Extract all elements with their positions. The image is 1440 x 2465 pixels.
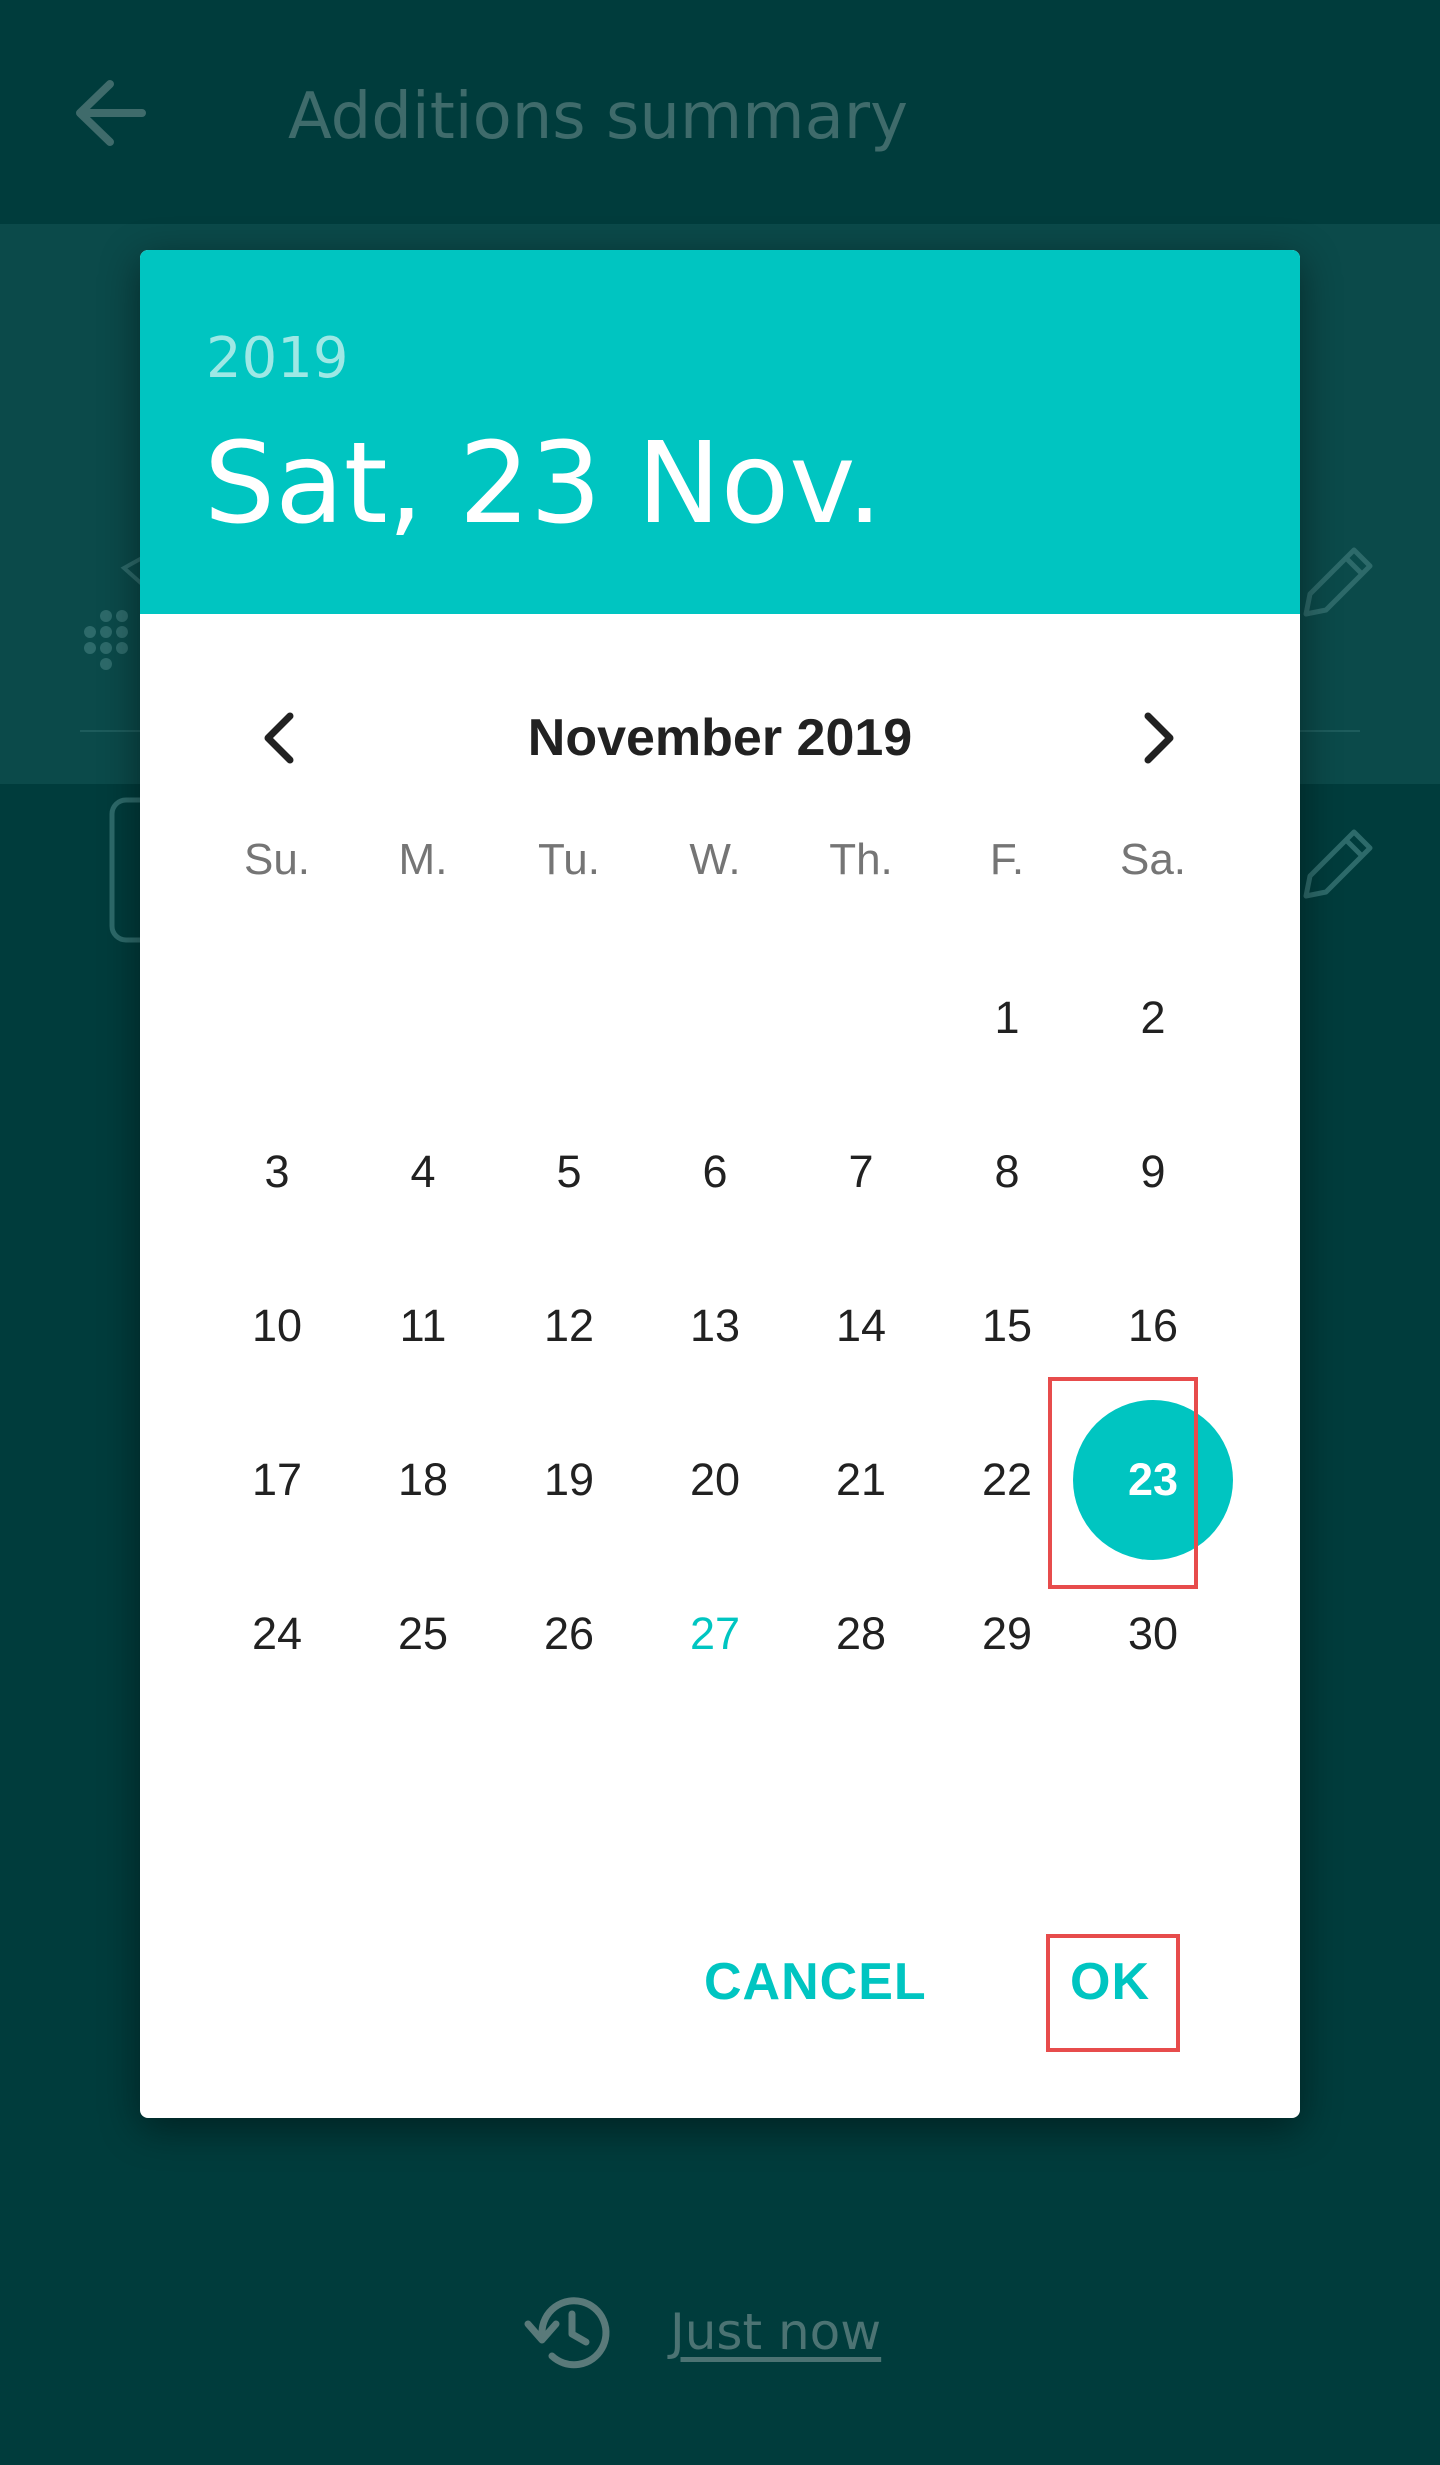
day-number: 6 — [702, 1146, 728, 1197]
date-picker-header: 2019 Sat, 23 Nov. — [140, 250, 1300, 614]
selected-day-highlight — [1048, 1377, 1198, 1589]
day-number: 12 — [543, 1300, 595, 1351]
weekday-label: Th. — [829, 835, 893, 884]
calendar-day[interactable]: 8 — [934, 1099, 1080, 1245]
calendar-day[interactable]: 3 — [204, 1099, 350, 1245]
day-number: 27 — [689, 1608, 741, 1659]
weekday-header: Su. M. Tu. W. Th. F. Sa. — [140, 820, 1300, 900]
day-number: 28 — [835, 1608, 887, 1659]
day-number: 15 — [981, 1300, 1033, 1351]
calendar-day[interactable]: 11 — [350, 1253, 496, 1399]
page-title: Additions summary — [288, 80, 908, 154]
calendar-day[interactable]: 13 — [642, 1253, 788, 1399]
day-number: 30 — [1127, 1608, 1179, 1659]
calendar-day[interactable]: 12 — [496, 1253, 642, 1399]
weekday-label: M. — [398, 835, 448, 884]
calendar-day[interactable]: 19 — [496, 1407, 642, 1553]
day-number: 4 — [410, 1146, 436, 1197]
calendar-day[interactable]: 2 — [1080, 945, 1226, 1091]
calendar-day[interactable]: 1 — [934, 945, 1080, 1091]
day-number: 29 — [981, 1608, 1033, 1659]
day-number: 13 — [689, 1300, 741, 1351]
day-number: 8 — [994, 1146, 1020, 1197]
day-number: 18 — [397, 1454, 449, 1505]
arrow-left-icon[interactable] — [72, 78, 148, 148]
day-number: 9 — [1140, 1146, 1166, 1197]
day-number: 17 — [251, 1454, 303, 1505]
day-number: 2 — [1140, 992, 1166, 1043]
day-number: 10 — [251, 1300, 303, 1351]
day-number: 25 — [397, 1608, 449, 1659]
day-number: 19 — [543, 1454, 595, 1505]
day-number: 5 — [556, 1146, 582, 1197]
calendar-day[interactable]: 17 — [204, 1407, 350, 1553]
day-number: 11 — [399, 1300, 447, 1351]
calendar-day[interactable]: 28 — [788, 1561, 934, 1707]
calendar-day[interactable]: 4 — [350, 1099, 496, 1245]
day-number: 21 — [835, 1454, 887, 1505]
calendar-day[interactable]: 21 — [788, 1407, 934, 1553]
calendar-day[interactable]: 18 — [350, 1407, 496, 1553]
selected-date-display: Sat, 23 Nov. — [204, 419, 883, 549]
ok-button-highlight — [1046, 1934, 1180, 2052]
pencil-icon[interactable] — [1298, 824, 1378, 904]
calendar-day[interactable]: 25 — [350, 1561, 496, 1707]
day-number: 26 — [543, 1608, 595, 1659]
calendar-day[interactable]: 24 — [204, 1561, 350, 1707]
day-number: 20 — [689, 1454, 741, 1505]
calendar-day[interactable]: 7 — [788, 1099, 934, 1245]
history-icon — [524, 2297, 610, 2369]
history-row: Just now — [520, 2284, 881, 2380]
date-picker-dialog: 2019 Sat, 23 Nov. November 2019 Su. M. Tu.… — [140, 250, 1300, 2118]
calendar-day[interactable]: 26 — [496, 1561, 642, 1707]
weekday-label: F. — [989, 835, 1025, 884]
next-month-button[interactable] — [1120, 698, 1200, 778]
day-number: 7 — [848, 1146, 874, 1197]
calendar-day[interactable]: 6 — [642, 1099, 788, 1245]
weekday-label: Sa. — [1119, 835, 1187, 884]
day-number: 24 — [251, 1608, 303, 1659]
last-updated-link[interactable]: Just now — [670, 2303, 881, 2361]
day-number: 1 — [994, 992, 1020, 1043]
calendar-day[interactable]: 10 — [204, 1253, 350, 1399]
month-navigation: November 2019 — [140, 690, 1300, 786]
weekday-label: W. — [689, 835, 741, 884]
day-number: 22 — [981, 1454, 1033, 1505]
calendar-day[interactable]: 9 — [1080, 1099, 1226, 1245]
year-selector[interactable]: 2019 — [206, 326, 349, 392]
chevron-right-icon — [1144, 712, 1174, 764]
cancel-button[interactable]: CANCEL — [704, 1922, 927, 2042]
app-bar: Additions summary — [0, 0, 1440, 224]
calendar-day[interactable]: 5 — [496, 1099, 642, 1245]
calendar-day[interactable]: 27 — [642, 1561, 788, 1707]
pencil-icon[interactable] — [1298, 542, 1378, 622]
chevron-left-icon — [264, 712, 294, 764]
previous-month-button[interactable] — [238, 698, 318, 778]
dots-icon — [84, 554, 144, 670]
day-number: 3 — [264, 1146, 290, 1197]
calendar-day[interactable]: 20 — [642, 1407, 788, 1553]
weekday-label: Tu. — [538, 835, 600, 884]
day-number: 16 — [1127, 1300, 1179, 1351]
weekday-label: Su. — [243, 835, 311, 884]
day-number: 14 — [835, 1300, 887, 1351]
calendar-day[interactable]: 14 — [788, 1253, 934, 1399]
